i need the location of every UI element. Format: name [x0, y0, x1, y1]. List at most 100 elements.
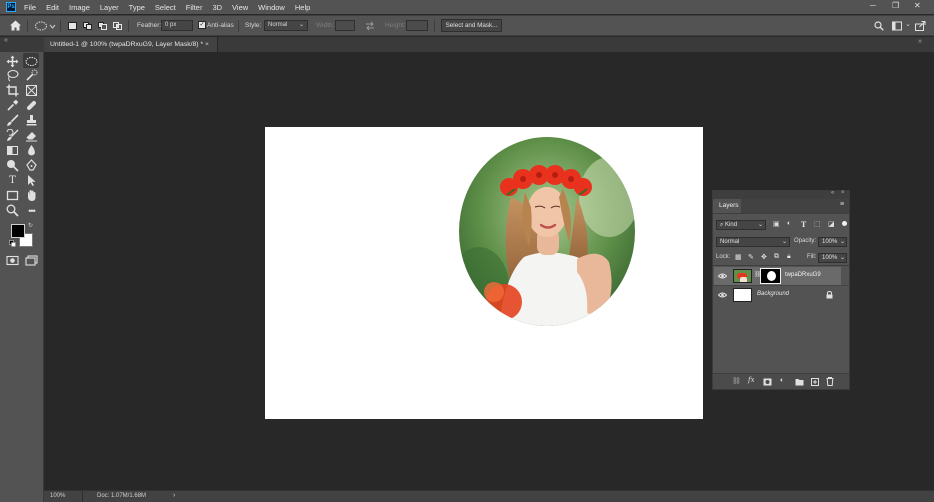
document-tab[interactable]: Untitled-1 @ 100% (twpaDRxuG9, Layer Mas…	[44, 37, 218, 52]
lasso-tool-icon[interactable]	[6, 69, 19, 82]
type-tool-icon[interactable]: T	[6, 174, 19, 187]
add-mask-icon[interactable]	[763, 378, 772, 386]
layers-tab[interactable]: Layers	[713, 199, 741, 213]
filter-kind-select[interactable]: ⌕ Kind ⌄	[716, 220, 766, 230]
search-icon[interactable]	[874, 21, 884, 31]
opacity-input[interactable]: 100% ⌄	[818, 237, 847, 247]
anti-alias-checkbox[interactable]: ✓	[198, 21, 206, 29]
lock-image-pixels-icon[interactable]: ✎	[748, 253, 754, 261]
zoom-tool-icon[interactable]	[6, 204, 19, 217]
layer-row[interactable]: Background	[714, 286, 841, 304]
zoom-level[interactable]: 100%	[50, 493, 65, 499]
fx-icon[interactable]: fx	[748, 376, 755, 384]
pen-tool-icon[interactable]	[25, 159, 38, 172]
add-to-selection-icon[interactable]	[83, 22, 92, 30]
feather-input[interactable]: 0 px	[161, 20, 193, 31]
lock-artboard-icon[interactable]: ⧉	[774, 253, 779, 261]
filter-pixel-icon[interactable]: ▣	[773, 220, 780, 228]
menu-select[interactable]: Select	[155, 3, 176, 12]
elliptical-marquee-preset-icon[interactable]	[34, 20, 56, 32]
new-group-icon[interactable]	[795, 378, 804, 386]
move-tool-icon[interactable]	[6, 55, 19, 68]
restore-button[interactable]: ❐	[892, 1, 899, 10]
visibility-eye-icon[interactable]	[718, 292, 727, 298]
menu-edit[interactable]: Edit	[46, 3, 59, 12]
collapse-panel-icon[interactable]: «	[831, 190, 834, 196]
layer-row[interactable]: ⛓︎ twpaDRxuG9	[714, 267, 841, 285]
blur-tool-icon[interactable]	[25, 144, 38, 157]
filter-type-icon[interactable]: T	[801, 220, 806, 229]
gradient-tool-icon[interactable]	[6, 144, 19, 157]
layer-name[interactable]: twpaDRxuG9	[785, 272, 821, 278]
subtract-from-selection-icon[interactable]	[98, 22, 107, 30]
filter-adjustment-icon[interactable]: ◐	[787, 220, 791, 227]
minimize-button[interactable]: ─	[870, 1, 876, 10]
panel-menu-icon[interactable]: ≡	[840, 201, 844, 208]
filter-toggle-icon[interactable]	[842, 221, 847, 226]
home-icon[interactable]	[9, 19, 22, 32]
filter-shape-icon[interactable]: ⬚	[814, 220, 821, 228]
select-and-mask-button[interactable]: Select and Mask...	[441, 19, 502, 32]
crop-tool-icon[interactable]	[6, 84, 19, 97]
delete-layer-icon[interactable]	[826, 377, 834, 386]
rectangle-tool-icon[interactable]	[6, 189, 19, 202]
menu-layer[interactable]: Layer	[100, 3, 119, 12]
swap-colors-icon[interactable]: ↻	[28, 222, 33, 229]
menu-window[interactable]: Window	[258, 3, 285, 12]
link-layers-icon[interactable]: ⛓︎	[732, 377, 741, 385]
elliptical-marquee-tool-icon[interactable]	[25, 55, 38, 68]
blend-mode-select[interactable]: Normal ⌄	[716, 237, 790, 247]
default-colors-icon[interactable]	[9, 240, 16, 247]
layer-mask-thumbnail[interactable]	[760, 268, 781, 284]
visibility-eye-icon[interactable]	[718, 273, 727, 279]
menu-filter[interactable]: Filter	[186, 3, 203, 12]
opacity-label: Opacity:	[794, 238, 817, 244]
history-brush-tool-icon[interactable]	[6, 129, 19, 142]
swap-width-height-icon[interactable]	[365, 21, 375, 31]
menu-help[interactable]: Help	[295, 3, 310, 12]
healing-brush-tool-icon[interactable]	[25, 99, 38, 112]
foreground-color-swatch-top[interactable]	[11, 224, 25, 238]
hand-tool-icon[interactable]	[25, 189, 38, 202]
menu-image[interactable]: Image	[69, 3, 90, 12]
close-panel-icon[interactable]: ×	[841, 190, 845, 196]
close-window-button[interactable]: ✕	[914, 1, 921, 10]
status-menu-arrow[interactable]: ›	[173, 492, 175, 499]
lock-all-icon[interactable]: 🔒︎	[787, 253, 791, 261]
new-selection-icon[interactable]	[68, 22, 77, 30]
eyedropper-tool-icon[interactable]	[6, 99, 19, 112]
dodge-tool-icon[interactable]	[6, 159, 19, 172]
document-canvas[interactable]	[265, 127, 703, 419]
fill-input[interactable]: 100% ⌄	[818, 253, 847, 263]
lock-position-icon[interactable]: ✥	[761, 253, 767, 261]
eraser-tool-icon[interactable]	[25, 129, 38, 142]
layer-name[interactable]: Background	[757, 291, 789, 297]
workspace-icon[interactable]	[892, 21, 903, 31]
path-selection-tool-icon[interactable]	[25, 174, 38, 187]
menu-file[interactable]: File	[24, 3, 36, 12]
share-icon[interactable]	[915, 21, 926, 31]
intersect-selection-icon[interactable]	[113, 22, 122, 30]
layer-thumbnail	[733, 288, 752, 302]
collapse-toolbar-icon[interactable]: «	[4, 37, 8, 44]
menu-3d[interactable]: 3D	[212, 3, 222, 12]
quick-selection-tool-icon[interactable]	[25, 69, 38, 82]
menu-type[interactable]: Type	[129, 3, 145, 12]
brush-tool-icon[interactable]	[6, 114, 19, 127]
height-input[interactable]	[406, 20, 428, 31]
more-tools-icon[interactable]: •••	[25, 204, 38, 217]
lock-transparent-pixels-icon[interactable]: ▦	[735, 253, 742, 261]
workspace-chevron-icon[interactable]: ⌄	[905, 20, 911, 28]
new-layer-icon[interactable]	[811, 378, 819, 386]
screen-mode-icon[interactable]	[25, 254, 38, 267]
filter-smart-object-icon[interactable]: ◪	[828, 220, 835, 228]
menu-view[interactable]: View	[232, 3, 248, 12]
adjustment-layer-icon[interactable]: ◐	[780, 377, 784, 384]
quick-mask-icon[interactable]	[6, 254, 19, 267]
close-tab-icon[interactable]: ×	[205, 37, 209, 52]
width-input[interactable]	[335, 20, 355, 31]
style-select[interactable]: Normal ⌄	[264, 20, 308, 31]
frame-tool-icon[interactable]	[25, 84, 38, 97]
clone-stamp-tool-icon[interactable]	[25, 114, 38, 127]
collapse-panels-icon[interactable]: »	[918, 38, 922, 45]
